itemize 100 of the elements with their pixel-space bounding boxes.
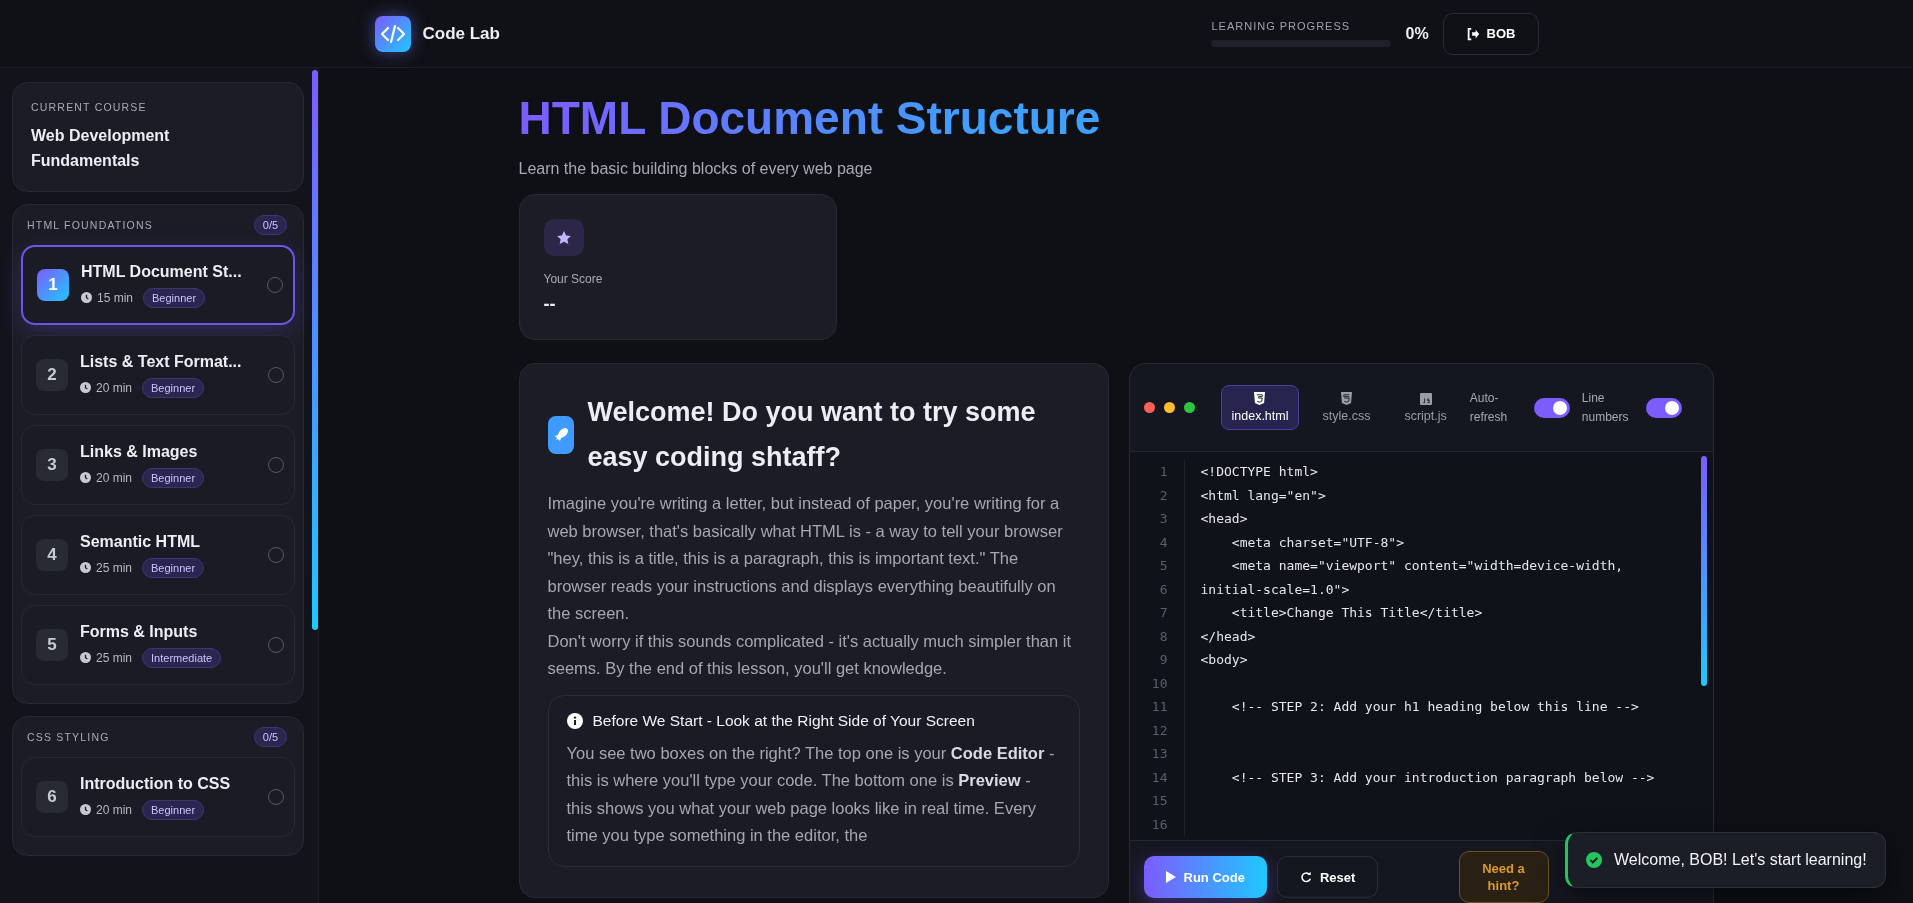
lesson-item[interactable]: 4 Semantic HTML 25 min Beginner (21, 515, 296, 595)
toggle-switch[interactable] (1645, 397, 1682, 418)
line-number: 5 (1129, 554, 1185, 578)
lesson-heading: Welcome! Do you want to try some easy coding shtaff? (587, 396, 1037, 474)
info-title: Before We Start - Look at the Right Side of Your Screen (592, 711, 975, 730)
logout-button[interactable]: BOB (1442, 12, 1539, 55)
lesson-title: Forms & Inputs (80, 622, 199, 641)
lesson-duration: 25 min (96, 650, 133, 665)
code-line: <!-- STEP 2: Add your h1 heading below this line --> (1230, 699, 1639, 715)
level-tag: Beginner (142, 799, 205, 820)
course-title: Web Development Fundamentals (31, 126, 171, 171)
progress-value: 0% (1405, 24, 1429, 43)
js-file-icon (1419, 392, 1432, 405)
lesson-duration: 20 min (96, 470, 133, 485)
level-tag: Beginner (142, 377, 205, 398)
toggle-label: Line numbers (1581, 389, 1630, 426)
code-line: <!DOCTYPE html> (1200, 464, 1318, 480)
line-number: 1 (1129, 460, 1185, 484)
clock-icon (80, 472, 91, 483)
code-line: </head> (1200, 628, 1256, 644)
file-tab[interactable]: index.html (1220, 385, 1300, 430)
lesson-item[interactable]: 6 Introduction to CSS 20 min Beginner (21, 757, 296, 837)
line-number: 4 (1129, 530, 1185, 554)
sidebar-scrollbar[interactable] (312, 70, 318, 630)
line-number: 14 (1129, 765, 1185, 789)
clock-icon (81, 292, 92, 303)
toggle-label: Auto-refresh (1469, 389, 1509, 426)
lesson-number: 5 (36, 629, 68, 661)
css-file-icon (1340, 392, 1352, 405)
code-line: <html lang="en"> (1200, 487, 1326, 503)
rocket-icon (547, 416, 574, 454)
level-tag: Beginner (143, 287, 206, 308)
lesson-item[interactable]: 3 Links & Images 20 min Beginner (21, 425, 296, 505)
module-count: 0/5 (253, 727, 288, 747)
toggle-switch[interactable] (1533, 397, 1570, 418)
lesson-title: Links & Images (80, 442, 199, 461)
module-title: HTML FOUNDATIONS (27, 219, 153, 231)
score-label: Your Score (543, 272, 603, 286)
line-number: 12 (1129, 718, 1185, 742)
lesson-number: 3 (36, 449, 68, 481)
minimize-dot-icon (1163, 402, 1175, 413)
module-title: CSS STYLING (27, 731, 110, 743)
lesson-number: 6 (36, 781, 68, 813)
close-dot-icon (1143, 402, 1155, 413)
lesson-title: Semantic HTML (80, 532, 201, 551)
info-text: You see two boxes on the right? The top one is your Code Editor - this is where you'll type your code. The bottom one is Preview - this shows you what your web page looks like in real time. Every time you type something in the editor, the (566, 742, 1056, 846)
line-number: 10 (1129, 671, 1185, 695)
line-number: 15 (1129, 789, 1185, 813)
line-number: 16 (1129, 812, 1185, 836)
line-number: 7 (1129, 601, 1185, 625)
line-number: 3 (1129, 507, 1185, 531)
line-number: 8 (1129, 624, 1185, 648)
lesson-number: 4 (36, 539, 68, 571)
line-number: 13 (1129, 742, 1185, 766)
line-number: 11 (1129, 695, 1185, 719)
code-line: <meta name="viewport" content="width=device-width, (1230, 558, 1624, 574)
lesson-duration: 20 min (96, 802, 133, 817)
lesson-title: HTML Document St... (81, 262, 243, 281)
logout-icon (1465, 26, 1480, 41)
lesson-paragraph: Don't worry if this sounds complicated - it's actually much simpler than it seems. By the end of this lesson, you'll get knowledge. (547, 630, 1072, 679)
lesson-paragraph: Imagine you're writing a letter, but instead of paper, you're writing for a web browser, that's basically what HTML is - a way to tell your browser "hey, this is a title, this is a paragraph, this is important text." The browser reads your instructions and displays everything beautifully on the screen. (547, 493, 1064, 624)
clock-icon (80, 652, 91, 663)
level-tag: Beginner (142, 557, 205, 578)
module-count: 0/5 (253, 215, 288, 235)
score-value: -- (543, 294, 556, 315)
lesson-title: Introduction to CSS (80, 774, 232, 793)
lesson-title: Lists & Text Format... (80, 352, 243, 371)
line-number: 9 (1129, 648, 1185, 672)
toast-message: Welcome, BOB! Let's start learning! (1614, 851, 1867, 869)
clock-icon (80, 562, 91, 573)
lesson-item[interactable]: 2 Lists & Text Format... 20 min Beginner (21, 335, 296, 415)
html-file-icon (1254, 392, 1266, 405)
play-icon (1165, 871, 1176, 883)
file-tab[interactable]: script.js (1393, 385, 1458, 430)
code-line: <meta charset="UTF-8"> (1230, 534, 1404, 550)
maximize-dot-icon (1183, 402, 1195, 413)
lesson-item[interactable]: 5 Forms & Inputs 25 min Intermediate (21, 605, 296, 685)
lesson-number: 1 (37, 269, 69, 301)
level-tag: Intermediate (142, 647, 222, 668)
lesson-duration: 25 min (96, 560, 133, 575)
code-logo-icon (374, 15, 411, 52)
reset-button[interactable]: Reset (1276, 856, 1379, 898)
lesson-duration: 15 min (97, 290, 134, 305)
reset-icon (1299, 871, 1312, 883)
lesson-item[interactable]: 1 HTML Document St... 15 min Beginner (21, 245, 296, 325)
code-line: <head> (1200, 511, 1248, 527)
hint-button[interactable]: Need a hint? (1458, 851, 1549, 903)
info-icon (566, 712, 583, 729)
code-line: <body> (1200, 652, 1248, 668)
star-icon (555, 229, 572, 246)
file-tab[interactable]: style.css (1311, 385, 1382, 430)
check-circle-icon (1586, 852, 1602, 868)
lesson-number: 2 (36, 359, 68, 391)
level-tag: Beginner (142, 467, 205, 488)
code-line: <!-- STEP 3: Add your introduction paragraph below --> (1230, 769, 1655, 785)
app-title: Code Lab (422, 23, 500, 44)
lesson-duration: 20 min (96, 380, 133, 395)
progress-label: LEARNING PROGRESS (1211, 20, 1352, 32)
course-label: CURRENT COURSE (31, 101, 148, 113)
code-line: <title>Change This Title</title> (1230, 605, 1483, 621)
